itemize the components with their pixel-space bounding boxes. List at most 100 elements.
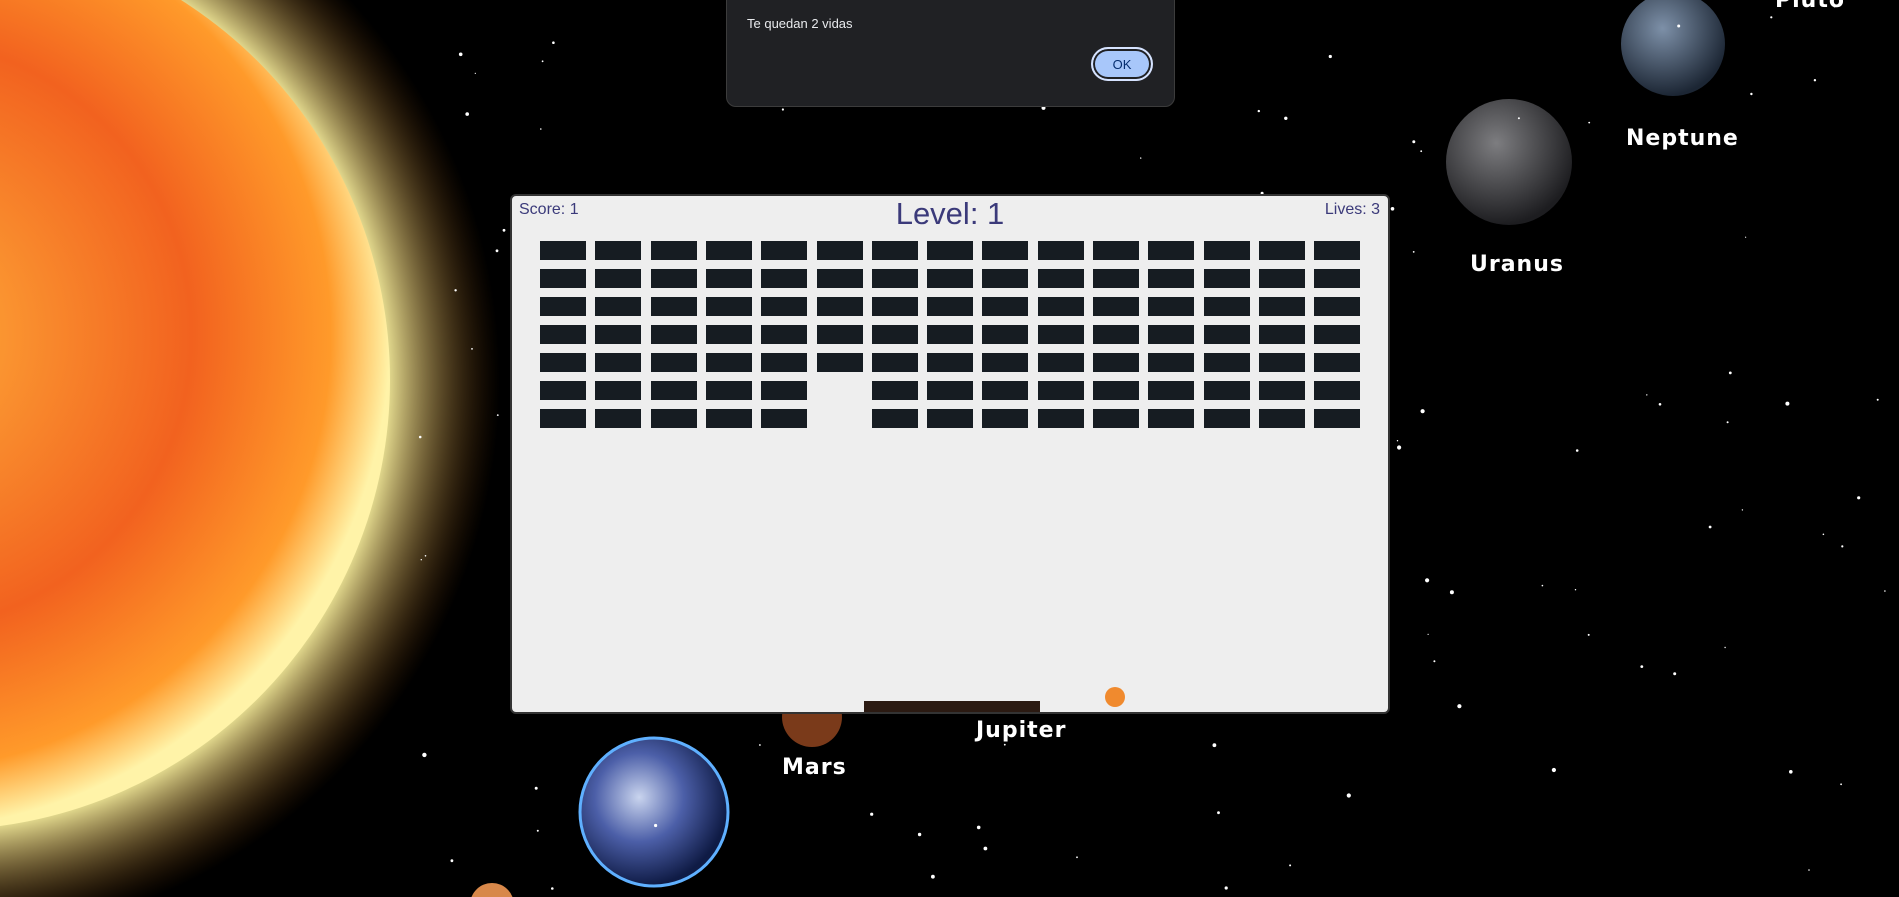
- star: [1646, 394, 1648, 396]
- star: [1420, 409, 1425, 414]
- star: [1588, 121, 1591, 124]
- brick: [1093, 269, 1139, 288]
- brick: [872, 269, 918, 288]
- star: [1412, 140, 1416, 144]
- brick: [1314, 381, 1360, 400]
- game-canvas[interactable]: Score: 1 Level: 1 Lives: 3: [510, 194, 1390, 714]
- brick: [1259, 241, 1305, 260]
- brick: [1148, 241, 1194, 260]
- star: [1003, 743, 1006, 746]
- brick: [982, 325, 1028, 344]
- star: [465, 112, 470, 116]
- brick: [651, 241, 697, 260]
- star: [1750, 92, 1753, 96]
- ok-button[interactable]: OK: [1091, 47, 1153, 81]
- paddle[interactable]: [864, 701, 1040, 712]
- star: [983, 846, 988, 851]
- star: [1427, 633, 1429, 636]
- brick: [540, 269, 586, 288]
- star: [1741, 509, 1744, 511]
- brick: [1038, 325, 1084, 344]
- brick: [595, 297, 641, 316]
- star: [1433, 660, 1436, 663]
- level-label: Level: 1: [895, 196, 1005, 231]
- brick: [817, 353, 863, 372]
- star: [976, 825, 981, 830]
- neptune-planet: [1621, 0, 1725, 96]
- brick: [595, 381, 641, 400]
- star: [1328, 54, 1332, 59]
- star: [1745, 236, 1747, 238]
- brick: [1093, 409, 1139, 428]
- brick: [817, 297, 863, 316]
- planet-label-uranus: Uranus: [1470, 252, 1564, 277]
- brick: [761, 353, 807, 372]
- brick: [927, 241, 973, 260]
- brick: [1148, 381, 1194, 400]
- star: [495, 249, 499, 253]
- brick: [817, 325, 863, 344]
- brick: [982, 269, 1028, 288]
- brick: [872, 409, 918, 428]
- star: [540, 128, 542, 130]
- star: [474, 72, 476, 74]
- brick: [982, 381, 1028, 400]
- brick: [1038, 297, 1084, 316]
- brick: [1148, 269, 1194, 288]
- star: [1673, 672, 1677, 676]
- brick: [540, 241, 586, 260]
- brick: [761, 241, 807, 260]
- brick: [706, 241, 752, 260]
- brick: [872, 353, 918, 372]
- star: [1640, 665, 1644, 668]
- brick: [761, 297, 807, 316]
- star: [1289, 864, 1292, 867]
- brick: [1314, 353, 1360, 372]
- planet-label-mars: Mars: [782, 755, 847, 780]
- star: [1425, 578, 1430, 583]
- brick: [1204, 409, 1250, 428]
- brick: [1204, 269, 1250, 288]
- brick: [761, 269, 807, 288]
- brick: [1259, 353, 1305, 372]
- brick: [1314, 241, 1360, 260]
- star: [502, 228, 506, 232]
- planet-label-neptune: Neptune: [1626, 126, 1739, 151]
- brick: [651, 353, 697, 372]
- brick: [1038, 409, 1084, 428]
- brick: [1314, 325, 1360, 344]
- planet-label-jupiter: Jupiter: [976, 718, 1067, 743]
- brick: [927, 325, 973, 344]
- brick: [982, 297, 1028, 316]
- brick: [1259, 297, 1305, 316]
- brick-grid: [512, 196, 1388, 712]
- star: [1789, 770, 1793, 774]
- star: [1257, 109, 1261, 113]
- brick: [1259, 325, 1305, 344]
- ball: [1105, 687, 1125, 707]
- star: [1876, 398, 1879, 401]
- star: [1397, 445, 1402, 450]
- brick: [1148, 409, 1194, 428]
- brick: [651, 269, 697, 288]
- brick: [982, 241, 1028, 260]
- brick: [872, 381, 918, 400]
- brick: [1204, 325, 1250, 344]
- star: [1217, 811, 1220, 815]
- brick: [595, 325, 641, 344]
- star: [1140, 157, 1142, 159]
- lives-label: Lives: 3: [1324, 201, 1380, 218]
- brick: [540, 325, 586, 344]
- brick: [706, 269, 752, 288]
- star: [1284, 116, 1288, 121]
- star: [1724, 646, 1726, 649]
- brick: [927, 353, 973, 372]
- brick: [872, 241, 918, 260]
- brick: [1093, 381, 1139, 400]
- star: [1658, 403, 1662, 406]
- star: [541, 60, 544, 63]
- star: [1390, 207, 1395, 211]
- brick: [540, 381, 586, 400]
- brick: [1038, 353, 1084, 372]
- star: [1541, 584, 1544, 587]
